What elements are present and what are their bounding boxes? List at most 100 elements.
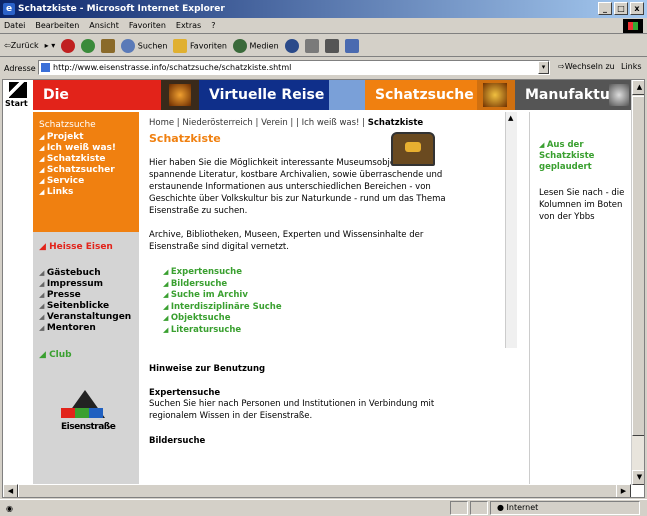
nav-virtuelle-reise[interactable]: Virtuelle Reise bbox=[199, 80, 329, 110]
hscroll-thumb[interactable] bbox=[18, 484, 618, 497]
menu-ansicht[interactable]: Ansicht bbox=[89, 21, 119, 30]
crumb-home[interactable]: Home bbox=[149, 118, 174, 128]
crumb-ich-weiss-was[interactable]: Ich weiß was! bbox=[302, 118, 360, 128]
browser-window: e Schatzkiste - Microsoft Internet Explo… bbox=[0, 0, 647, 516]
link-expertensuche[interactable]: Expertensuche bbox=[163, 267, 499, 279]
nav-manufaktur-label: Manufaktur bbox=[525, 87, 617, 103]
breadcrumb: Home | Niederösterreich | Verein | | Ich… bbox=[149, 118, 424, 128]
print-icon[interactable] bbox=[324, 38, 339, 53]
club-link[interactable]: Club bbox=[39, 350, 72, 360]
crumb-verein[interactable]: Verein bbox=[261, 118, 288, 128]
menu-datei[interactable]: Datei bbox=[4, 21, 25, 30]
scroll-up-button[interactable]: ▲ bbox=[632, 80, 644, 95]
media-button[interactable]: Medien bbox=[232, 38, 279, 53]
sidebar-item-ich-weiss-was[interactable]: Ich weiß was! bbox=[39, 143, 133, 154]
media-label: Medien bbox=[249, 41, 279, 50]
crumb-niederoesterreich[interactable]: Niederösterreich bbox=[182, 118, 252, 128]
start-button[interactable]: Start bbox=[3, 80, 33, 110]
sidebar-item-service[interactable]: Service bbox=[39, 176, 133, 187]
favorites-label: Favoriten bbox=[189, 41, 227, 50]
inner-scrollbar[interactable]: ▲ bbox=[505, 112, 517, 348]
right-column: Aus der Schatzkiste geplaudert Lesen Sie… bbox=[539, 140, 635, 223]
forward-icon[interactable]: ▸ ▾ bbox=[45, 41, 56, 50]
logo-blue-block bbox=[89, 408, 103, 418]
sidebar-item-impressum[interactable]: Impressum bbox=[39, 279, 131, 290]
menu-favoriten[interactable]: Favoriten bbox=[129, 21, 166, 30]
address-dropdown-icon[interactable]: ▾ bbox=[538, 61, 549, 74]
column-divider bbox=[529, 112, 530, 497]
bild-heading: Bildersuche bbox=[149, 436, 206, 446]
eisenstrasse-logo[interactable]: Eisenstraße bbox=[61, 382, 116, 442]
schatzsuche-menu: Schatzsuche Projekt Ich weiß was! Schatz… bbox=[33, 112, 139, 232]
link-objektsuche[interactable]: Objektsuche bbox=[163, 313, 499, 325]
history-icon[interactable] bbox=[284, 38, 299, 53]
sidebar-item-gaestebuch[interactable]: Gästebuch bbox=[39, 268, 131, 279]
start-logo-icon bbox=[9, 82, 27, 98]
scroll-up-icon[interactable]: ▲ bbox=[508, 114, 513, 122]
glow-image bbox=[483, 83, 507, 107]
back-button[interactable]: ⇦Zurück bbox=[4, 41, 39, 50]
sidebar-item-schatzsucher[interactable]: Schatzsucher bbox=[39, 165, 133, 176]
address-input[interactable]: http://www.eisenstrasse.info/schatzsuche… bbox=[38, 60, 550, 75]
page-horizontal-scrollbar[interactable]: ◀ ▶ bbox=[3, 484, 631, 497]
sidebar-item-links[interactable]: Links bbox=[39, 187, 133, 198]
right-text: Lesen Sie nach - die Kolumnen im Boten v… bbox=[539, 188, 625, 222]
edit-icon[interactable] bbox=[344, 38, 359, 53]
address-label: Adresse bbox=[4, 63, 36, 73]
intro-text-2: Archive, Bibliotheken, Museen, Experten … bbox=[149, 230, 424, 252]
link-literatursuche[interactable]: Literatursuche bbox=[163, 325, 499, 337]
scroll-thumb[interactable] bbox=[632, 96, 644, 436]
link-bildersuche[interactable]: Bildersuche bbox=[163, 279, 499, 291]
crumb-current: Schatzkiste bbox=[367, 118, 424, 128]
manufaktur-image bbox=[609, 84, 629, 106]
search-label: Suchen bbox=[137, 41, 168, 50]
close-button[interactable]: x bbox=[630, 2, 644, 15]
menu-help[interactable]: ? bbox=[211, 21, 215, 30]
link-aus-der-schatzkiste[interactable]: Aus der Schatzkiste geplaudert bbox=[539, 140, 635, 173]
page-title: Schatzkiste bbox=[149, 132, 221, 145]
site-top-nav: Start Die Eisenstraße Virtuelle Reise Sc… bbox=[3, 80, 644, 133]
title-bar: e Schatzkiste - Microsoft Internet Explo… bbox=[0, 0, 647, 18]
scroll-left-button[interactable]: ◀ bbox=[3, 484, 18, 497]
nav-eisenstrasse[interactable]: Die Eisenstraße bbox=[33, 80, 161, 133]
minimize-button[interactable]: _ bbox=[598, 2, 612, 15]
menu-bar: Datei Bearbeiten Ansicht Favoriten Extra… bbox=[0, 18, 647, 34]
sidebar-item-seitenblicke[interactable]: Seitenblicke bbox=[39, 301, 131, 312]
page-viewport: Start Die Eisenstraße Virtuelle Reise Sc… bbox=[2, 79, 645, 498]
refresh-icon[interactable] bbox=[81, 38, 96, 53]
scroll-right-button[interactable]: ▶ bbox=[616, 484, 631, 497]
search-button[interactable]: Suchen bbox=[121, 38, 168, 53]
logo-text: Eisenstraße bbox=[61, 422, 116, 432]
treasure-chest-image bbox=[391, 132, 435, 166]
logo-red-block bbox=[61, 408, 75, 418]
heisse-eisen-link[interactable]: Heisse Eisen bbox=[39, 242, 113, 252]
home-icon[interactable] bbox=[101, 38, 116, 53]
sidebar-item-presse[interactable]: Presse bbox=[39, 290, 131, 301]
maximize-button[interactable]: □ bbox=[614, 2, 628, 15]
expert-heading: Expertensuche bbox=[149, 388, 221, 398]
logo-green-block bbox=[75, 408, 89, 418]
stop-icon[interactable] bbox=[61, 38, 76, 53]
go-button[interactable]: ⇨Wechseln zu bbox=[558, 62, 615, 71]
sidebar-item-schatzkiste[interactable]: Schatzkiste bbox=[39, 154, 133, 165]
nav-schatzsuche[interactable]: Schatzsuche bbox=[365, 80, 477, 110]
mail-icon[interactable] bbox=[304, 38, 319, 53]
nav-image-1 bbox=[161, 80, 199, 110]
sidebar-item-projekt[interactable]: Projekt bbox=[39, 132, 133, 143]
scroll-down-button[interactable]: ▼ bbox=[632, 470, 644, 485]
page-vertical-scrollbar[interactable]: ▲ ▼ bbox=[631, 80, 644, 485]
menu-extras[interactable]: Extras bbox=[176, 21, 201, 30]
links-button[interactable]: Links bbox=[621, 62, 642, 71]
windows-logo-icon bbox=[623, 19, 643, 33]
link-interdisziplinaere-suche[interactable]: Interdisziplinäre Suche bbox=[163, 302, 499, 314]
secondary-links: Gästebuch Impressum Presse Seitenblicke … bbox=[39, 268, 131, 334]
nav-manufaktur[interactable]: Manufaktur bbox=[515, 80, 635, 110]
favorites-button[interactable]: Favoriten bbox=[173, 38, 227, 53]
section-title: Schatzsuche bbox=[39, 120, 96, 130]
sidebar-item-veranstaltungen[interactable]: Veranstaltungen bbox=[39, 312, 131, 323]
menu-bearbeiten[interactable]: Bearbeiten bbox=[35, 21, 79, 30]
status-cell-1 bbox=[450, 501, 468, 515]
sidebar-item-mentoren[interactable]: Mentoren bbox=[39, 323, 131, 334]
link-suche-im-archiv[interactable]: Suche im Archiv bbox=[163, 290, 499, 302]
status-cell-2 bbox=[470, 501, 488, 515]
